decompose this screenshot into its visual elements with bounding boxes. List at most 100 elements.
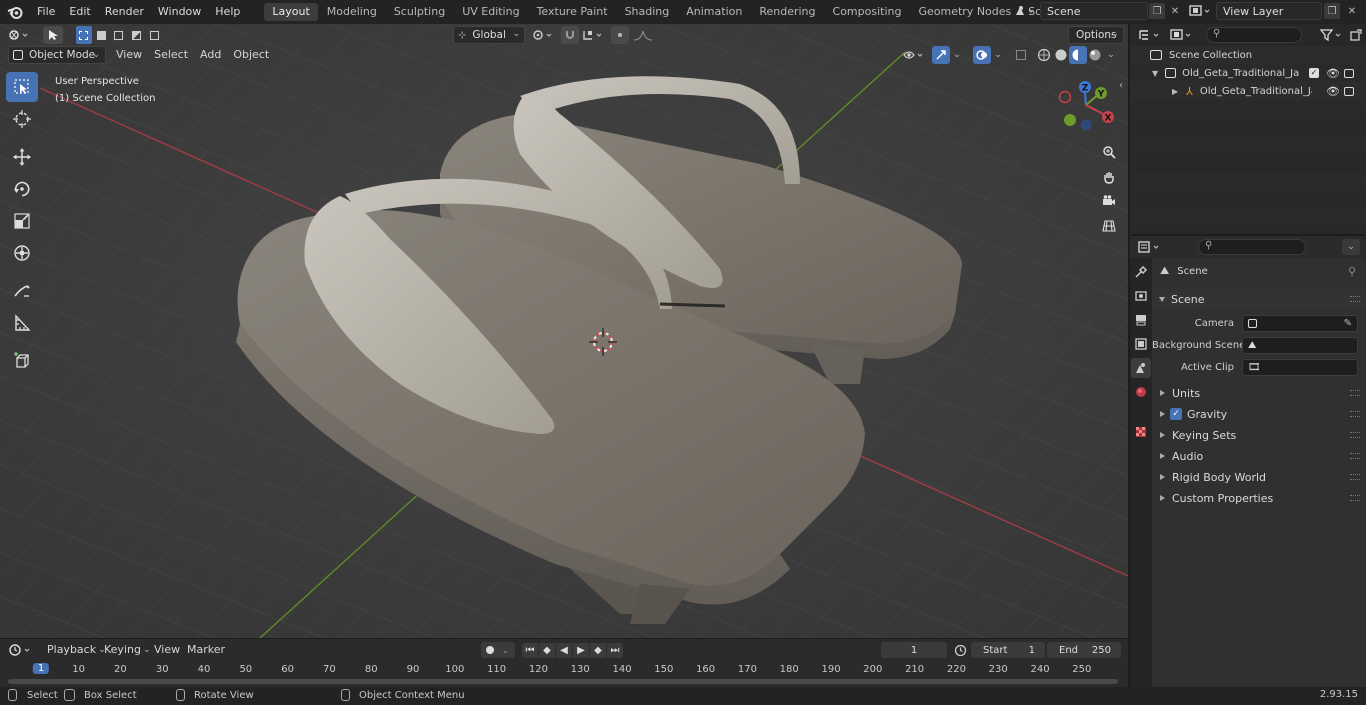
cursor-tool-icon[interactable] [6, 104, 38, 134]
display-mode-icon[interactable] [1170, 27, 1198, 43]
outliner-object-row[interactable]: ▶ ⅄ Old_Geta_Traditional_Jap 👁 [1130, 82, 1366, 100]
camera-render-icon[interactable] [1344, 86, 1354, 96]
pan-hand-icon[interactable] [1098, 166, 1120, 188]
neg-x-axis-icon[interactable] [1058, 90, 1072, 104]
properties-options-icon[interactable]: ⌄ [1342, 239, 1360, 255]
play-icon[interactable]: ▶ [573, 643, 589, 658]
new-scene-icon[interactable]: ❐ [1149, 3, 1165, 19]
menu-add[interactable]: Add [194, 46, 227, 64]
current-frame-indicator[interactable]: 1 [32, 663, 50, 674]
tab-geometry-nodes[interactable]: Geometry Nodes [910, 3, 1019, 21]
properties-editor-type-icon[interactable] [1138, 239, 1166, 255]
neg-z-axis-icon[interactable] [1080, 119, 1092, 131]
snap-toggle-icon[interactable] [561, 26, 579, 44]
scale-tool-icon[interactable] [6, 206, 38, 236]
menu-help[interactable]: Help [208, 0, 247, 24]
xray-toggle-icon[interactable] [1012, 46, 1030, 64]
expand-arrow-icon[interactable]: ▼ [1152, 69, 1158, 78]
render-tab-icon[interactable] [1131, 286, 1151, 306]
proportional-falloff-icon[interactable] [631, 26, 655, 44]
tool-tab-icon[interactable] [1131, 262, 1151, 282]
shading-dropdown-icon[interactable]: ⌄ [1104, 46, 1118, 64]
transform-tool-icon[interactable] [6, 238, 38, 268]
play-reverse-icon[interactable]: ◀ [556, 643, 572, 658]
marker-menu[interactable]: Marker [181, 641, 231, 659]
navigation-gizmo[interactable]: Z Y X [1055, 79, 1125, 149]
tab-compositing[interactable]: Compositing [825, 3, 910, 21]
select-intersect-icon[interactable] [146, 26, 162, 44]
tab-sculpting[interactable]: Sculpting [386, 3, 453, 21]
current-frame-field[interactable]: 1 [881, 642, 947, 658]
timeline-scrollbar[interactable] [8, 679, 1118, 684]
drag-handle-icon[interactable] [1350, 495, 1360, 501]
select-invert-icon[interactable] [128, 26, 145, 44]
scene-name-field[interactable]: Scene [1040, 2, 1148, 20]
filter-icon[interactable] [1320, 27, 1348, 43]
gizmo-toggle-icon[interactable] [932, 46, 950, 64]
pivot-point-icon[interactable] [530, 26, 558, 44]
tab-layout[interactable]: Layout [264, 3, 318, 21]
scene-selector-icon[interactable] [1014, 3, 1038, 19]
scene-tab-icon[interactable] [1131, 358, 1151, 378]
jump-to-start-icon[interactable]: ⏮ [522, 643, 538, 658]
shading-rendered-icon[interactable] [1086, 46, 1104, 64]
overlays-dropdown-icon[interactable]: ⌄ [991, 46, 1005, 64]
select-tool-mode-button[interactable] [43, 26, 63, 44]
frame-ruler[interactable]: 1 10 20 30 40 50 60 70 80 90 100 110 120 130 140 150 160… [0, 663, 1128, 677]
drag-handle-icon[interactable] [1350, 390, 1360, 396]
new-collection-icon[interactable] [1350, 27, 1364, 43]
jump-keyframe-forward-icon[interactable]: ◆ [590, 643, 606, 658]
object-visibility-icon[interactable] [902, 46, 928, 64]
move-tool-icon[interactable] [6, 142, 38, 172]
shading-material-icon[interactable] [1069, 46, 1087, 64]
delete-view-layer-icon[interactable]: ✕ [1344, 3, 1360, 19]
playback-menu[interactable]: Playback ⌄ [41, 641, 106, 659]
units-panel-header[interactable]: Units [1152, 383, 1366, 403]
delete-scene-icon[interactable]: ✕ [1167, 3, 1183, 19]
options-dropdown[interactable]: Options ⌄ [1068, 26, 1124, 44]
menu-view[interactable]: View [110, 46, 148, 64]
background-scene-field[interactable]: ⛰ [1242, 336, 1358, 354]
drag-handle-icon[interactable] [1350, 453, 1360, 459]
properties-search-input[interactable]: ⚲ [1198, 239, 1306, 255]
tab-rendering[interactable]: Rendering [751, 3, 823, 21]
keying-sets-panel-header[interactable]: Keying Sets [1152, 425, 1366, 445]
neg-y-axis-icon[interactable] [1064, 114, 1076, 126]
auto-keying-icon[interactable]: ⌄ [481, 642, 515, 658]
scene-panel-header[interactable]: Scene [1152, 289, 1366, 309]
texture-tab-icon[interactable] [1131, 422, 1151, 442]
shading-wireframe-icon[interactable] [1035, 46, 1053, 64]
overlays-toggle-icon[interactable] [973, 46, 991, 64]
camera-render-icon[interactable] [1344, 68, 1354, 78]
shading-solid-icon[interactable] [1052, 46, 1070, 64]
audio-panel-header[interactable]: Audio [1152, 446, 1366, 466]
custom-properties-panel-header[interactable]: Custom Properties [1152, 488, 1366, 508]
transform-orientation-dropdown[interactable]: ⊹ Global ⌄ [453, 26, 525, 44]
object-mode-dropdown[interactable]: Object Mode ⌄ [8, 46, 106, 64]
camera-field[interactable]: ✎ [1242, 314, 1358, 332]
menu-render[interactable]: Render [98, 0, 151, 24]
outliner-scene-collection[interactable]: Scene Collection [1130, 46, 1366, 64]
tab-animation[interactable]: Animation [678, 3, 750, 21]
view-layer-tab-icon[interactable] [1131, 334, 1151, 354]
3d-viewport[interactable]: Object Mode ⌄ View Select Add Object ⊹ G… [0, 24, 1128, 638]
sidebar-toggle-icon[interactable]: ‹ [1119, 80, 1127, 94]
proportional-edit-icon[interactable] [611, 26, 629, 44]
drag-handle-icon[interactable] [1350, 411, 1360, 417]
select-box-tool-icon[interactable] [6, 72, 38, 102]
snap-target-icon[interactable] [581, 26, 607, 44]
new-view-layer-icon[interactable]: ❐ [1324, 3, 1340, 19]
output-tab-icon[interactable] [1131, 310, 1151, 330]
menu-select[interactable]: Select [148, 46, 194, 64]
measure-tool-icon[interactable] [6, 308, 38, 338]
world-tab-icon[interactable] [1131, 382, 1151, 402]
add-cube-tool-icon[interactable] [6, 346, 38, 376]
drag-handle-icon[interactable] [1350, 296, 1360, 302]
select-subtract-icon[interactable] [111, 26, 127, 44]
perspective-toggle-icon[interactable] [1098, 215, 1120, 237]
tab-uv-editing[interactable]: UV Editing [454, 3, 527, 21]
eye-icon[interactable]: 👁 [1326, 67, 1340, 80]
tab-shading[interactable]: Shading [617, 3, 678, 21]
end-frame-field[interactable]: End 250 [1047, 642, 1121, 658]
view-layer-field[interactable]: View Layer [1216, 2, 1322, 20]
